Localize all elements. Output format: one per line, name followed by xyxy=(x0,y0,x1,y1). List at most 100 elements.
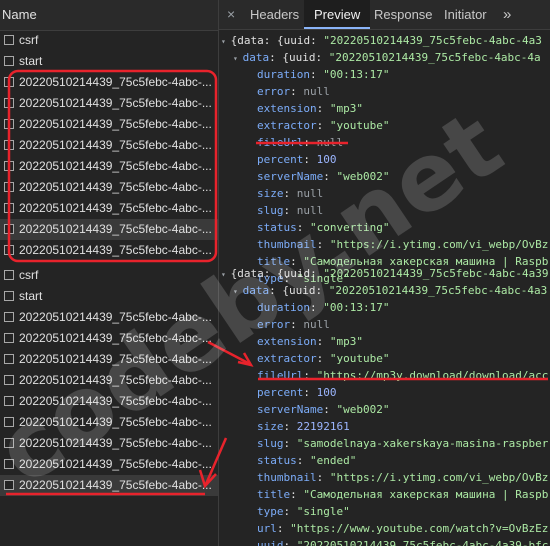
request-row[interactable]: 20220510214439_75c5febc-4abc-... xyxy=(0,198,218,219)
close-icon[interactable]: × xyxy=(227,0,235,29)
json-summary: {data: {uuid: xyxy=(230,267,324,280)
json-line[interactable]: serverName: "web002" xyxy=(219,402,550,418)
request-row[interactable]: 20220510214439_75c5febc-4abc-... xyxy=(0,307,218,328)
row-checkbox[interactable] xyxy=(4,119,14,129)
json-line[interactable]: duration: "00:13:17" xyxy=(219,300,550,316)
json-line[interactable]: slug: null xyxy=(219,203,550,219)
row-checkbox[interactable] xyxy=(4,224,14,234)
tab-response[interactable]: Response xyxy=(374,0,433,29)
request-row[interactable]: 20220510214439_75c5febc-4abc-... xyxy=(0,93,218,114)
json-line[interactable]: size: 22192161 xyxy=(219,419,550,435)
request-row[interactable]: 20220510214439_75c5febc-4abc-... xyxy=(0,72,218,93)
row-checkbox[interactable] xyxy=(4,459,14,469)
json-line[interactable]: fileUrl: null xyxy=(219,135,550,151)
json-line[interactable]: uuid: "20220510214439_75c5febc-4abc-4a39… xyxy=(219,538,550,546)
row-checkbox[interactable] xyxy=(4,270,14,280)
name-column-header[interactable]: Name xyxy=(0,0,218,31)
request-row[interactable]: 20220510214439_75c5febc-4abc-... xyxy=(0,391,218,412)
json-line[interactable]: status: "converting" xyxy=(219,220,550,236)
row-checkbox[interactable] xyxy=(4,333,14,343)
tab-preview[interactable]: Preview xyxy=(304,0,371,29)
preview-panel: × Headers Preview Response Initiator » ▾… xyxy=(219,0,550,546)
row-checkbox[interactable] xyxy=(4,77,14,87)
row-checkbox[interactable] xyxy=(4,56,14,66)
json-line[interactable]: extractor: "youtube" xyxy=(219,118,550,134)
json-value: null xyxy=(296,187,324,200)
row-checkbox[interactable] xyxy=(4,98,14,108)
request-row[interactable]: 20220510214439_75c5febc-4abc-... xyxy=(0,240,218,261)
tab-headers[interactable]: Headers xyxy=(250,0,299,29)
request-name: 20220510214439_75c5febc-4abc-... xyxy=(19,201,212,215)
request-name: 20220510214439_75c5febc-4abc-... xyxy=(19,159,212,173)
json-value: null xyxy=(303,318,330,331)
json-value: "youtube" xyxy=(329,352,390,365)
json-line[interactable]: percent: 100 xyxy=(219,152,550,168)
json-line[interactable]: error: null xyxy=(219,84,550,100)
json-key: status xyxy=(257,221,297,234)
json-value: "00:13:17" xyxy=(323,68,390,81)
row-checkbox[interactable] xyxy=(4,35,14,45)
json-value: "samodelnaya-xakerskaya-masina-raspber xyxy=(296,437,549,450)
request-row[interactable]: 20220510214439_75c5febc-4abc-... xyxy=(0,177,218,198)
json-line[interactable]: percent: 100 xyxy=(219,385,550,401)
request-row[interactable]: 20220510214439_75c5febc-4abc-... xyxy=(0,433,218,454)
request-row[interactable]: 20220510214439_75c5febc-4abc-... xyxy=(0,412,218,433)
request-row[interactable]: 20220510214439_75c5febc-4abc-... xyxy=(0,475,218,496)
json-line[interactable]: extractor: "youtube" xyxy=(219,351,550,367)
json-line[interactable]: thumbnail: "https://i.ytimg.com/vi_webp/… xyxy=(219,237,550,253)
json-line[interactable]: thumbnail: "https://i.ytimg.com/vi_webp/… xyxy=(219,470,550,486)
request-row[interactable]: 20220510214439_75c5febc-4abc-... xyxy=(0,328,218,349)
row-checkbox[interactable] xyxy=(4,312,14,322)
row-checkbox[interactable] xyxy=(4,375,14,385)
json-line[interactable]: title: "Самодельная хакерская машина | R… xyxy=(219,487,550,503)
row-checkbox[interactable] xyxy=(4,245,14,255)
request-row[interactable]: 20220510214439_75c5febc-4abc-... xyxy=(0,135,218,156)
row-checkbox[interactable] xyxy=(4,161,14,171)
json-line[interactable]: type: "single" xyxy=(219,504,550,520)
json-value: "web002" xyxy=(336,170,390,183)
json-line[interactable]: ▾ data: {uuid: "20220510214439_75c5febc-… xyxy=(219,50,550,66)
json-key: extractor xyxy=(257,119,317,132)
request-row[interactable]: 20220510214439_75c5febc-4abc-... xyxy=(0,454,218,475)
row-checkbox[interactable] xyxy=(4,203,14,213)
row-checkbox[interactable] xyxy=(4,438,14,448)
json-line[interactable]: status: "ended" xyxy=(219,453,550,469)
json-line[interactable]: serverName: "web002" xyxy=(219,169,550,185)
request-row[interactable]: 20220510214439_75c5febc-4abc-... xyxy=(0,370,218,391)
request-row[interactable]: 20220510214439_75c5febc-4abc-... xyxy=(0,349,218,370)
json-line[interactable]: slug: "samodelnaya-xakerskaya-masina-ras… xyxy=(219,436,550,452)
row-checkbox[interactable] xyxy=(4,396,14,406)
json-line[interactable]: fileUrl: "https://mp3y.download/download… xyxy=(219,368,550,384)
request-row[interactable]: 20220510214439_75c5febc-4abc-... xyxy=(0,219,218,240)
request-row[interactable]: start xyxy=(0,286,218,307)
request-name: start xyxy=(19,289,43,303)
more-tabs-chevron-icon[interactable]: » xyxy=(503,0,511,29)
request-name: start xyxy=(19,54,43,68)
json-line[interactable]: url: "https://www.youtube.com/watch?v=Ov… xyxy=(219,521,550,537)
row-checkbox[interactable] xyxy=(4,480,14,490)
json-key: extension xyxy=(257,102,317,115)
request-row[interactable]: 20220510214439_75c5febc-4abc-... xyxy=(0,114,218,135)
row-checkbox[interactable] xyxy=(4,417,14,427)
json-value: 100 xyxy=(316,386,337,399)
json-line[interactable]: ▾ {data: {uuid: "20220510214439_75c5febc… xyxy=(219,33,550,49)
json-line[interactable]: ▾ {data: {uuid: "20220510214439_75c5febc… xyxy=(219,266,550,282)
request-name: 20220510214439_75c5febc-4abc-... xyxy=(19,138,212,152)
json-line[interactable]: extension: "mp3" xyxy=(219,334,550,350)
row-checkbox[interactable] xyxy=(4,291,14,301)
row-checkbox[interactable] xyxy=(4,182,14,192)
json-line[interactable]: extension: "mp3" xyxy=(219,101,550,117)
json-line[interactable]: duration: "00:13:17" xyxy=(219,67,550,83)
request-row[interactable]: start xyxy=(0,51,218,72)
row-checkbox[interactable] xyxy=(4,354,14,364)
json-value: "youtube" xyxy=(329,119,390,132)
request-row[interactable]: 20220510214439_75c5febc-4abc-... xyxy=(0,156,218,177)
request-row[interactable]: csrf xyxy=(0,30,218,51)
request-row[interactable]: csrf xyxy=(0,265,218,286)
json-value: 100 xyxy=(316,153,337,166)
json-line[interactable]: error: null xyxy=(219,317,550,333)
json-line[interactable]: size: null xyxy=(219,186,550,202)
tab-initiator[interactable]: Initiator xyxy=(444,0,487,29)
json-line[interactable]: ▾ data: {uuid: "20220510214439_75c5febc-… xyxy=(219,283,550,299)
row-checkbox[interactable] xyxy=(4,140,14,150)
